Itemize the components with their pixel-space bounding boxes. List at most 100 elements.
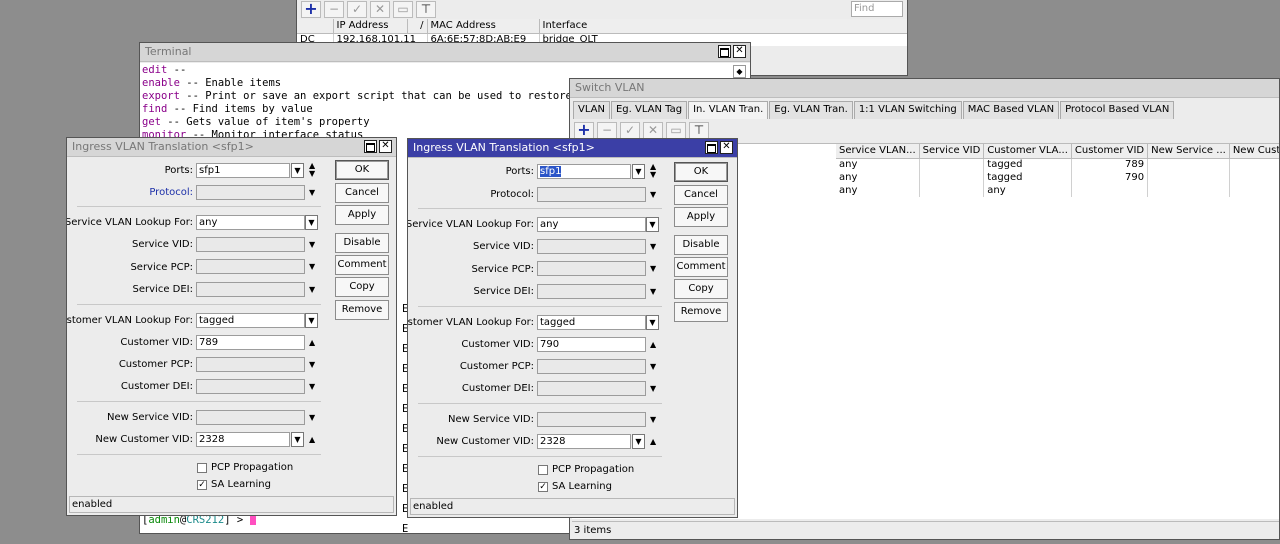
ports-dropdown-icon[interactable]: ▼ [632, 164, 645, 179]
close-icon[interactable]: ✕ [379, 140, 392, 153]
close-icon[interactable]: ✕ [733, 45, 746, 58]
copy-button[interactable]: Copy [674, 279, 728, 299]
column-service-vid[interactable]: Service VID [919, 144, 985, 159]
ok-button[interactable]: OK [335, 160, 389, 180]
customer-dei-field[interactable] [537, 381, 646, 396]
cancel-button[interactable]: Cancel [335, 183, 389, 203]
ports-dropdown-icon[interactable]: ▼ [291, 163, 304, 178]
column-customer-vlan-lookup[interactable]: Customer VLA... [983, 144, 1072, 159]
cancel-button[interactable]: Cancel [674, 185, 728, 205]
disable-button[interactable]: Disable [335, 233, 389, 253]
service-vid-field[interactable] [196, 237, 305, 252]
remove-button[interactable]: Remove [335, 300, 389, 320]
protocol-expand-icon[interactable]: ▼ [309, 189, 315, 197]
service-pcp-field[interactable] [196, 259, 305, 274]
filter-icon[interactable]: ⊤ [416, 0, 436, 18]
column-new-customer-vid[interactable]: New Custome... [1229, 144, 1279, 159]
svlan-lookup-select[interactable]: any [196, 215, 305, 230]
customer-dei-field[interactable] [196, 379, 305, 394]
tab-vlan[interactable]: VLAN [573, 101, 610, 119]
apply-button[interactable]: Apply [335, 205, 389, 225]
maximize-icon[interactable] [718, 45, 731, 58]
service-vid-field[interactable] [537, 239, 646, 254]
customer-pcp-expand-icon[interactable]: ▼ [309, 361, 315, 369]
service-vid-expand-icon[interactable]: ▼ [309, 241, 315, 249]
tab-one-to-one-vlan-switching[interactable]: 1:1 VLAN Switching [853, 101, 962, 119]
comment-icon[interactable]: ▭ [393, 0, 413, 18]
service-pcp-expand-icon[interactable]: ▼ [650, 265, 656, 273]
enable-check-icon[interactable]: ✓ [620, 121, 640, 139]
service-dei-expand-icon[interactable]: ▼ [309, 286, 315, 294]
add-icon[interactable]: + [574, 121, 594, 139]
new-service-vid-expand-icon[interactable]: ▼ [650, 416, 656, 424]
column-interface[interactable]: Interface [539, 19, 907, 34]
column-flags[interactable] [297, 19, 334, 34]
ports-select[interactable]: sfp1 [537, 164, 631, 179]
tab-eg-vlan-tran[interactable]: Eg. VLAN Tran. [769, 101, 853, 119]
customer-vid-field[interactable]: 790 [537, 337, 646, 352]
new-customer-vid-field[interactable]: 2328 [196, 432, 290, 447]
sa-learning-checkbox[interactable]: ✓ SA Learning [538, 481, 612, 492]
customer-vid-field[interactable]: 789 [196, 335, 305, 350]
cvlan-lookup-dropdown-icon[interactable]: ▼ [305, 313, 318, 328]
disable-x-icon[interactable]: ✕ [643, 121, 663, 139]
new-customer-vid-dropdown-icon[interactable]: ▼ [632, 434, 645, 449]
cvlan-lookup-select[interactable]: tagged [196, 313, 305, 328]
service-pcp-expand-icon[interactable]: ▼ [309, 263, 315, 271]
tab-eg-vlan-tag[interactable]: Eg. VLAN Tag [610, 101, 688, 119]
enable-check-icon[interactable]: ✓ [347, 0, 367, 18]
column-sort-marker[interactable]: / [407, 19, 428, 34]
close-icon[interactable]: ✕ [720, 141, 733, 154]
protocol-field[interactable] [196, 185, 305, 200]
sa-learning-checkbox[interactable]: ✓ SA Learning [197, 479, 271, 490]
tab-in-vlan-tran[interactable]: In. VLAN Tran. [688, 101, 769, 119]
column-mac[interactable]: MAC Address [427, 19, 540, 34]
svlan-lookup-dropdown-icon[interactable]: ▼ [305, 215, 318, 230]
maximize-icon[interactable] [364, 140, 377, 153]
remove-button[interactable]: Remove [674, 302, 728, 322]
find-input[interactable]: Find [851, 1, 903, 17]
remove-icon[interactable]: − [597, 121, 617, 139]
tab-mac-based-vlan[interactable]: MAC Based VLAN [962, 101, 1060, 119]
copy-button[interactable]: Copy [335, 277, 389, 297]
pcp-propagation-checkbox[interactable]: PCP Propagation [538, 464, 634, 475]
column-ip[interactable]: IP Address [333, 19, 408, 34]
tab-protocol-based-vlan[interactable]: Protocol Based VLAN [1060, 101, 1175, 119]
disable-button[interactable]: Disable [674, 235, 728, 255]
ok-button[interactable]: OK [674, 162, 728, 182]
column-customer-vid[interactable]: Customer VID [1071, 144, 1149, 159]
comment-icon[interactable]: ▭ [666, 121, 686, 139]
pcp-propagation-checkbox[interactable]: PCP Propagation [197, 462, 293, 473]
service-vid-expand-icon[interactable]: ▼ [650, 243, 656, 251]
customer-dei-expand-icon[interactable]: ▼ [650, 385, 656, 393]
new-service-vid-field[interactable] [537, 412, 646, 427]
column-new-service-vid[interactable]: New Service ... [1147, 144, 1230, 159]
protocol-expand-icon[interactable]: ▼ [650, 191, 656, 199]
protocol-field[interactable] [537, 187, 646, 202]
remove-icon[interactable]: − [324, 0, 344, 18]
new-customer-vid-field[interactable]: 2328 [537, 434, 631, 449]
new-service-vid-expand-icon[interactable]: ▼ [309, 414, 315, 422]
terminal-scroll-icon[interactable]: ◆ [733, 65, 746, 78]
ports-select[interactable]: sfp1 [196, 163, 290, 178]
cvlan-lookup-select[interactable]: tagged [537, 315, 646, 330]
column-service-vlan-lookup[interactable]: Service VLAN... [836, 144, 920, 159]
customer-pcp-field[interactable] [196, 357, 305, 372]
svlan-lookup-dropdown-icon[interactable]: ▼ [646, 217, 659, 232]
customer-vid-collapse-icon[interactable]: ▲ [650, 341, 656, 349]
table-row[interactable]: any any 4095 [836, 184, 1279, 197]
filter-icon[interactable]: ⊤ [689, 121, 709, 139]
table-row[interactable]: any tagged 789 2328 [836, 158, 1279, 171]
customer-dei-expand-icon[interactable]: ▼ [309, 383, 315, 391]
comment-button[interactable]: Comment [335, 255, 389, 275]
customer-vid-collapse-icon[interactable]: ▲ [309, 339, 315, 347]
ports-updown-icon[interactable]: ▲ ▼ [309, 162, 315, 178]
new-customer-vid-dropdown-icon[interactable]: ▼ [291, 432, 304, 447]
service-dei-field[interactable] [537, 284, 646, 299]
disable-x-icon[interactable]: ✕ [370, 0, 390, 18]
svlan-lookup-select[interactable]: any [537, 217, 646, 232]
service-dei-expand-icon[interactable]: ▼ [650, 288, 656, 296]
new-customer-vid-collapse-icon[interactable]: ▲ [309, 436, 315, 444]
service-pcp-field[interactable] [537, 261, 646, 276]
customer-pcp-expand-icon[interactable]: ▼ [650, 363, 656, 371]
